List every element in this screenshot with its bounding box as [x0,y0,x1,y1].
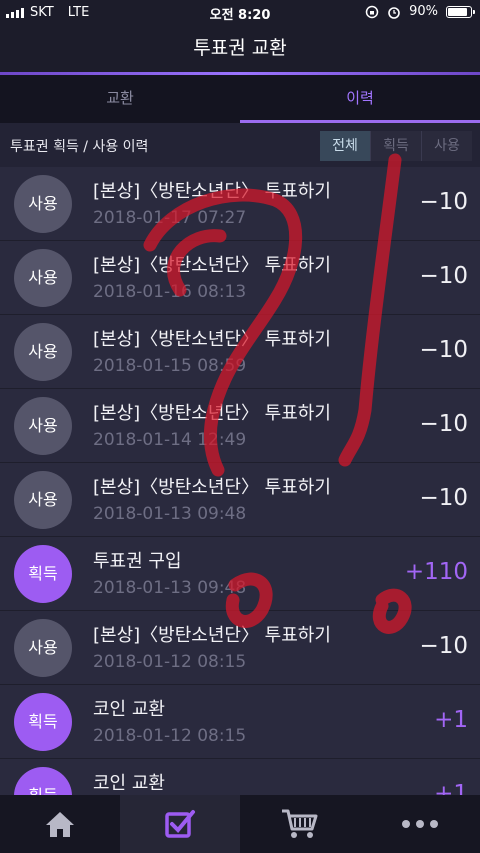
history-title: 코인 교환 [93,699,165,720]
history-amount: −10 [419,633,468,659]
nav-shop[interactable] [240,795,360,853]
history-row[interactable]: 사용 [본상]〈방탄소년단〉 투표하기 2018-01-15 08:59 −10 [0,315,480,389]
status-bar: SKT LTE 오전 8:20 90% [0,0,480,24]
tab-exchange[interactable]: 교환 [0,75,240,123]
type-badge: 사용 [14,249,72,307]
history-row[interactable]: 사용 [본상]〈방탄소년단〉 투표하기 2018-01-14 12:49 −10 [0,389,480,463]
history-title: [본상]〈방탄소년단〉 투표하기 [93,625,331,646]
tab-history[interactable]: 이력 [240,75,480,124]
vote-check-icon [165,810,195,838]
type-badge: 사용 [14,471,72,529]
history-date: 2018-01-16 08:13 [93,282,247,302]
nav-vote[interactable] [120,795,240,853]
history-date: 2018-01-13 09:48 [93,504,247,524]
history-title: [본상]〈방탄소년단〉 투표하기 [93,181,331,202]
history-date: 2018-01-14 12:49 [93,430,247,450]
bottom-nav [0,795,480,853]
history-date: 2018-01-15 08:59 [93,356,247,376]
history-date: 2018-01-12 08:15 [93,726,247,746]
history-amount: +1 [434,707,468,733]
history-row[interactable]: 사용 [본상]〈방탄소년단〉 투표하기 2018-01-13 09:48 −10 [0,463,480,537]
tab-bar: 교환 이력 [0,75,480,124]
page-title: 투표권 교환 [0,24,480,72]
history-amount: +1 [434,781,468,795]
home-icon [46,812,74,837]
history-row[interactable]: 사용 [본상]〈방탄소년단〉 투표하기 2018-01-12 08:15 −10 [0,611,480,685]
history-row[interactable]: 획득 코인 교환 +1 [0,759,480,795]
filter-title: 투표권 획득 / 사용 이력 [10,139,149,155]
battery-percent: 90% [409,4,438,19]
history-list[interactable]: 사용 [본상]〈방탄소년단〉 투표하기 2018-01-17 07:27 −10 사용 [… [0,167,480,795]
battery-icon [446,5,475,18]
type-badge: 사용 [14,175,72,233]
history-title: [본상]〈방탄소년단〉 투표하기 [93,329,331,350]
history-title: 투표권 구입 [93,551,182,572]
history-date: 2018-01-13 09:48 [93,578,247,598]
history-date: 2018-01-12 08:15 [93,652,247,672]
type-badge: 획득 [14,545,72,603]
history-amount: −10 [419,485,468,511]
alarm-icon [388,6,400,19]
rotation-lock-icon [365,5,379,18]
history-title: [본상]〈방탄소년단〉 투표하기 [93,255,331,276]
type-badge: 사용 [14,397,72,455]
filter-earned-button[interactable]: 획득 [370,131,421,161]
history-row[interactable]: 획득 투표권 구입 2018-01-13 09:48 +110 [0,537,480,611]
filter-all-button[interactable]: 전체 [320,131,370,161]
nav-home[interactable] [0,795,120,853]
nav-more[interactable] [360,795,480,853]
history-amount: −10 [419,411,468,437]
history-title: [본상]〈방탄소년단〉 투표하기 [93,403,331,424]
more-icon [402,820,438,828]
history-row[interactable]: 사용 [본상]〈방탄소년단〉 투표하기 2018-01-16 08:13 −10 [0,241,480,315]
history-title: 코인 교환 [93,773,165,794]
cart-icon [282,809,318,838]
history-amount: +110 [404,559,468,585]
history-amount: −10 [419,189,468,215]
history-title: [본상]〈방탄소년단〉 투표하기 [93,477,331,498]
type-badge: 사용 [14,619,72,677]
filter-group: 전체 획득 사용 [320,131,472,161]
type-badge: 획득 [14,767,72,795]
history-amount: −10 [419,263,468,289]
type-badge: 획득 [14,693,72,751]
history-row[interactable]: 사용 [본상]〈방탄소년단〉 투표하기 2018-01-17 07:27 −10 [0,167,480,241]
history-date: 2018-01-17 07:27 [93,208,247,228]
history-amount: −10 [419,337,468,363]
filter-used-button[interactable]: 사용 [421,131,472,161]
type-badge: 사용 [14,323,72,381]
history-row[interactable]: 획득 코인 교환 2018-01-12 08:15 +1 [0,685,480,759]
